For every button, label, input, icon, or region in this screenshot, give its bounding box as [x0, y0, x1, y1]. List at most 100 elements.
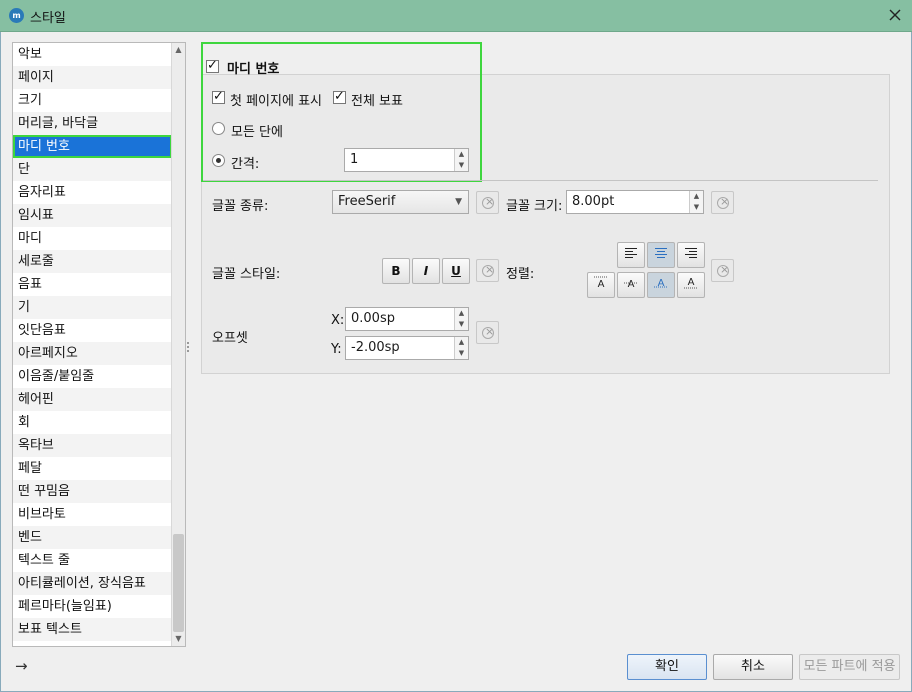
- list-item[interactable]: 헤어핀: [13, 388, 172, 411]
- list-scrollbar[interactable]: ▲ ▼: [171, 43, 185, 646]
- offset-x-stepper[interactable]: ▲ ▼: [454, 308, 468, 330]
- list-item[interactable]: 음자리표: [13, 181, 172, 204]
- all-staves-label: 전체 보표: [351, 94, 403, 109]
- stepper-down-icon[interactable]: ▼: [455, 348, 468, 359]
- stepper-up-icon[interactable]: ▲: [455, 308, 468, 319]
- font-size-label: 글꼴 크기:: [506, 199, 563, 214]
- list-item[interactable]: 페달: [13, 457, 172, 480]
- ok-button[interactable]: 확인: [627, 654, 707, 680]
- scroll-down-icon[interactable]: ▼: [172, 632, 185, 646]
- offset-y-spinbox[interactable]: -2.00sp ▲ ▼: [345, 336, 469, 360]
- first-page-label: 첫 페이지에 표시: [230, 94, 322, 109]
- reset-align-icon[interactable]: [711, 259, 734, 282]
- align-right-button[interactable]: [677, 242, 705, 268]
- align-center-icon: [655, 248, 667, 258]
- all-staves-checkbox[interactable]: [333, 89, 346, 104]
- stepper-down-icon[interactable]: ▼: [455, 319, 468, 330]
- interval-spinbox[interactable]: 1 ▲ ▼: [344, 148, 469, 172]
- offset-y-stepper[interactable]: ▲ ▼: [454, 337, 468, 359]
- valign-bottom-button[interactable]: A: [677, 272, 705, 298]
- valign-center-button[interactable]: A: [617, 272, 645, 298]
- svg-text:A: A: [628, 279, 635, 289]
- align-right-icon: [685, 248, 697, 258]
- font-style-label: 글꼴 스타일:: [212, 267, 281, 282]
- offset-y-label: Y:: [331, 342, 342, 357]
- window-title: 스타일: [30, 11, 66, 26]
- offset-x-value: 0.00sp: [351, 311, 395, 326]
- list-item[interactable]: 음표: [13, 273, 172, 296]
- align-left-icon: [625, 248, 637, 258]
- svg-text:A: A: [598, 279, 605, 289]
- splitter-handle[interactable]: [187, 342, 189, 352]
- align-left-button[interactable]: [617, 242, 645, 268]
- list-item[interactable]: 세로줄: [13, 250, 172, 273]
- close-icon[interactable]: [886, 6, 904, 24]
- list-item[interactable]: 텍스트 줄: [13, 549, 172, 572]
- measure-number-enable-checkbox[interactable]: [206, 58, 219, 73]
- list-item[interactable]: 악보: [13, 43, 172, 66]
- list-item[interactable]: 회: [13, 411, 172, 434]
- list-item[interactable]: 크기: [13, 89, 172, 112]
- list-item[interactable]: 잇단음표: [13, 319, 172, 342]
- font-size-spinbox[interactable]: 8.00pt ▲ ▼: [566, 190, 704, 214]
- valign-center-icon: A: [624, 279, 638, 289]
- underline-button[interactable]: U: [442, 258, 470, 284]
- reset-font-size-icon[interactable]: [711, 191, 734, 214]
- valign-top-button[interactable]: A: [587, 272, 615, 298]
- apply-all-parts-button[interactable]: 모든 파트에 적용: [799, 654, 900, 680]
- reset-font-style-icon[interactable]: [476, 259, 499, 282]
- list-item[interactable]: 떤 꾸밈음: [13, 480, 172, 503]
- list-item[interactable]: 옥타브: [13, 434, 172, 457]
- offset-x-spinbox[interactable]: 0.00sp ▲ ▼: [345, 307, 469, 331]
- offset-label: 오프셋: [212, 331, 248, 346]
- style-category-list[interactable]: 악보 페이지 크기 머리글, 바닥글 마디 번호 단 음자리표 임시표 마디 세로줄 음표 기 잇단음표…: [12, 42, 186, 647]
- every-system-label: 모든 단에: [231, 125, 283, 140]
- list-item[interactable]: 페이지: [13, 66, 172, 89]
- align-center-button[interactable]: [647, 242, 675, 268]
- title-bar: m 스타일: [0, 0, 912, 32]
- interval-value: 1: [350, 152, 359, 167]
- stepper-up-icon[interactable]: ▲: [455, 337, 468, 348]
- list-item[interactable]: 임시표: [13, 204, 172, 227]
- svg-text:A: A: [688, 277, 695, 288]
- list-item[interactable]: 기: [13, 296, 172, 319]
- first-page-checkbox[interactable]: [212, 89, 225, 104]
- stepper-down-icon[interactable]: ▼: [690, 202, 703, 213]
- font-face-select[interactable]: FreeSerif ▼: [332, 190, 469, 214]
- italic-button[interactable]: I: [412, 258, 440, 284]
- chevron-down-icon: ▼: [455, 197, 462, 207]
- list-item[interactable]: 단: [13, 158, 172, 181]
- list-item[interactable]: 이음줄/붙임줄: [13, 365, 172, 388]
- list-item[interactable]: 페르마타(늘임표): [13, 595, 172, 618]
- cancel-button[interactable]: 취소: [713, 654, 793, 680]
- divider: [203, 180, 878, 181]
- list-item[interactable]: 마디: [13, 227, 172, 250]
- every-system-radio[interactable]: [212, 122, 225, 135]
- scroll-thumb[interactable]: [173, 534, 184, 632]
- list-item[interactable]: 머리글, 바닥글: [13, 112, 172, 135]
- reset-offset-icon[interactable]: [476, 321, 499, 344]
- stepper-up-icon[interactable]: ▲: [455, 149, 468, 160]
- stepper-up-icon[interactable]: ▲: [690, 191, 703, 202]
- valign-baseline-button[interactable]: A: [647, 272, 675, 298]
- list-item[interactable]: 비브라토: [13, 503, 172, 526]
- reset-font-face-icon[interactable]: [476, 191, 499, 214]
- interval-radio[interactable]: [212, 154, 225, 167]
- list-item[interactable]: 보표 텍스트: [13, 618, 172, 641]
- offset-y-value: -2.00sp: [351, 340, 400, 355]
- font-size-stepper[interactable]: ▲ ▼: [689, 191, 703, 213]
- arrow-right-icon[interactable]: →: [15, 657, 28, 675]
- stepper-down-icon[interactable]: ▼: [455, 160, 468, 171]
- list-item[interactable]: 아르페지오: [13, 342, 172, 365]
- valign-baseline-icon: A: [654, 278, 668, 289]
- list-item[interactable]: 아티큘레이션, 장식음표: [13, 572, 172, 595]
- font-face-label: 글꼴 종류:: [212, 199, 269, 214]
- list-item[interactable]: 마디 번호: [13, 135, 172, 158]
- scroll-up-icon[interactable]: ▲: [172, 43, 185, 57]
- bold-button[interactable]: B: [382, 258, 410, 284]
- interval-stepper[interactable]: ▲ ▼: [454, 149, 468, 171]
- valign-bottom-icon: A: [684, 277, 698, 289]
- category-items: 악보 페이지 크기 머리글, 바닥글 마디 번호 단 음자리표 임시표 마디 세로줄 음표 기 잇단음표…: [13, 43, 172, 641]
- measure-number-group-title: 마디 번호: [227, 62, 280, 77]
- list-item[interactable]: 벤드: [13, 526, 172, 549]
